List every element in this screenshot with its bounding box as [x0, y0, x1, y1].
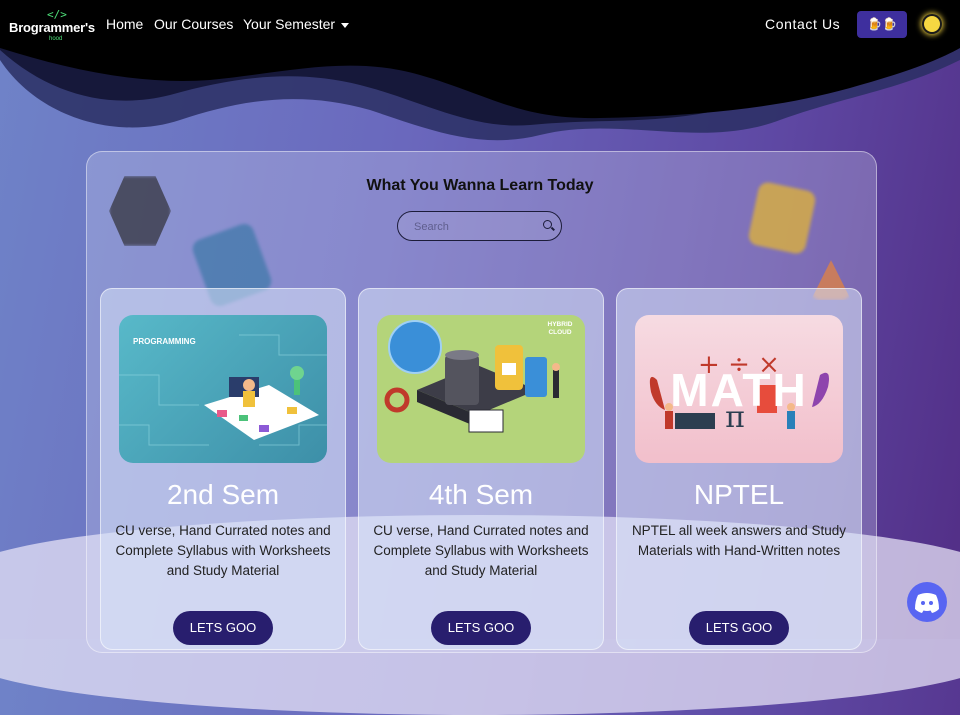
lets-goo-button[interactable]: LETS GOO [689, 611, 789, 645]
discord-icon [915, 593, 939, 613]
card-title: 4th Sem [428, 479, 534, 510]
nav-courses-link[interactable]: Our Courses [154, 16, 233, 32]
search-input[interactable] [412, 217, 536, 237]
lets-goo-button[interactable]: LETS GOO [431, 611, 531, 645]
cloud-illustration: HYBRID CLOUD [377, 315, 585, 463]
programming-illustration: PROGRAMMING [119, 315, 327, 463]
card-title: 2nd Sem [166, 479, 280, 510]
card-description: CU verse, Hand Currated notes and Comple… [115, 523, 331, 578]
chevron-down-icon [341, 22, 350, 28]
math-illustration: + ÷ × π MATH [635, 315, 843, 463]
card-image-label: HYBRID CLOUD [547, 321, 573, 336]
brand-subtitle: hood [49, 36, 63, 42]
search-icon[interactable] [543, 220, 552, 229]
lets-goo-button[interactable]: LETS GOO [173, 611, 273, 645]
discord-button[interactable] [907, 582, 947, 622]
nav-semester-dropdown[interactable]: Your Semester [243, 16, 350, 32]
search-box [397, 211, 562, 241]
theme-toggle-sun-icon[interactable] [924, 16, 940, 32]
contact-us-link[interactable]: Contact Us [765, 16, 840, 32]
navbar: </> Brogrammer's hood Home Our Courses Y… [0, 0, 960, 50]
cloud-scene-icon [384, 320, 560, 433]
card-description: NPTEL all week answers and Study Materia… [631, 523, 847, 558]
buy-me-beer-button[interactable]: 🍺🍺 [857, 11, 907, 38]
card-image-label: MATH [670, 364, 808, 416]
course-card-4th-sem: HYBRID CLOUD 4th Sem CU verse, Hand Curr… [358, 288, 604, 650]
card-description: CU verse, Hand Currated notes and Comple… [373, 523, 589, 578]
course-card-nptel: + ÷ × π MATH NPTEL NPTEL all week answer… [616, 288, 862, 650]
brand-name: Brogrammer's [9, 20, 95, 35]
nav-semester-label: Your Semester [243, 16, 336, 32]
card-image-label: PROGRAMMING [133, 337, 196, 346]
nav-home-link[interactable]: Home [106, 16, 143, 32]
card-title: NPTEL [693, 479, 785, 510]
brand-logo[interactable]: </> Brogrammer's hood [9, 8, 95, 42]
course-card-2nd-sem: PROGRAMMING 2nd Sem CU verse, Hand Curra… [100, 288, 346, 650]
panel-title: What You Wanna Learn Today [366, 177, 594, 194]
